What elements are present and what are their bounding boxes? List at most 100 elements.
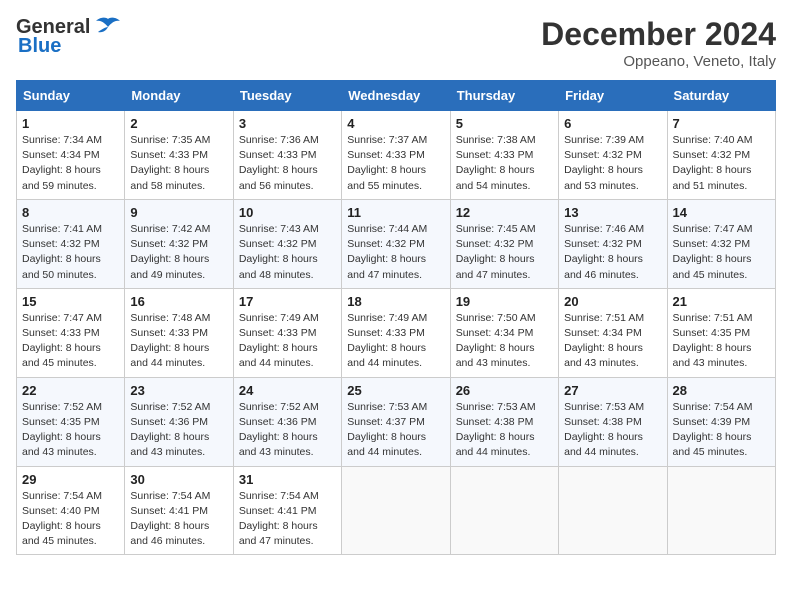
calendar-day-header: Saturday xyxy=(667,81,775,111)
sunrise-label: Sunrise: 7:54 AM xyxy=(130,490,210,502)
sunset-label: Sunset: 4:34 PM xyxy=(22,149,100,161)
day-info: Sunrise: 7:50 AM Sunset: 4:34 PM Dayligh… xyxy=(456,311,553,372)
sunset-label: Sunset: 4:33 PM xyxy=(22,327,100,339)
sunrise-label: Sunrise: 7:44 AM xyxy=(347,223,427,235)
sunset-label: Sunset: 4:38 PM xyxy=(564,416,642,428)
sunrise-label: Sunrise: 7:54 AM xyxy=(673,401,753,413)
daylight-label: Daylight: 8 hours and 44 minutes. xyxy=(130,342,209,369)
day-info: Sunrise: 7:39 AM Sunset: 4:32 PM Dayligh… xyxy=(564,133,661,194)
daylight-label: Daylight: 8 hours and 46 minutes. xyxy=(564,253,643,280)
day-number: 27 xyxy=(564,383,661,398)
daylight-label: Daylight: 8 hours and 51 minutes. xyxy=(673,164,752,191)
daylight-label: Daylight: 8 hours and 49 minutes. xyxy=(130,253,209,280)
day-number: 11 xyxy=(347,205,444,220)
day-info: Sunrise: 7:35 AM Sunset: 4:33 PM Dayligh… xyxy=(130,133,227,194)
day-info: Sunrise: 7:53 AM Sunset: 4:37 PM Dayligh… xyxy=(347,400,444,461)
calendar-day-cell: 23 Sunrise: 7:52 AM Sunset: 4:36 PM Dayl… xyxy=(125,377,233,466)
sunrise-label: Sunrise: 7:53 AM xyxy=(564,401,644,413)
sunrise-label: Sunrise: 7:38 AM xyxy=(456,134,536,146)
calendar-day-cell: 13 Sunrise: 7:46 AM Sunset: 4:32 PM Dayl… xyxy=(559,199,667,288)
calendar-day-cell: 15 Sunrise: 7:47 AM Sunset: 4:33 PM Dayl… xyxy=(17,288,125,377)
calendar-week-row: 29 Sunrise: 7:54 AM Sunset: 4:40 PM Dayl… xyxy=(17,466,776,555)
daylight-label: Daylight: 8 hours and 58 minutes. xyxy=(130,164,209,191)
calendar-day-cell: 3 Sunrise: 7:36 AM Sunset: 4:33 PM Dayli… xyxy=(233,111,341,200)
calendar-day-cell: 21 Sunrise: 7:51 AM Sunset: 4:35 PM Dayl… xyxy=(667,288,775,377)
daylight-label: Daylight: 8 hours and 56 minutes. xyxy=(239,164,318,191)
calendar-day-cell: 8 Sunrise: 7:41 AM Sunset: 4:32 PM Dayli… xyxy=(17,199,125,288)
sunset-label: Sunset: 4:36 PM xyxy=(239,416,317,428)
sunset-label: Sunset: 4:37 PM xyxy=(347,416,425,428)
sunset-label: Sunset: 4:32 PM xyxy=(239,238,317,250)
day-number: 24 xyxy=(239,383,336,398)
sunset-label: Sunset: 4:41 PM xyxy=(130,505,208,517)
day-info: Sunrise: 7:54 AM Sunset: 4:41 PM Dayligh… xyxy=(130,489,227,550)
day-number: 6 xyxy=(564,116,661,131)
calendar-week-row: 22 Sunrise: 7:52 AM Sunset: 4:35 PM Dayl… xyxy=(17,377,776,466)
calendar-week-row: 8 Sunrise: 7:41 AM Sunset: 4:32 PM Dayli… xyxy=(17,199,776,288)
sunset-label: Sunset: 4:32 PM xyxy=(673,149,751,161)
sunset-label: Sunset: 4:32 PM xyxy=(347,238,425,250)
daylight-label: Daylight: 8 hours and 59 minutes. xyxy=(22,164,101,191)
day-info: Sunrise: 7:47 AM Sunset: 4:33 PM Dayligh… xyxy=(22,311,119,372)
day-number: 1 xyxy=(22,116,119,131)
sunrise-label: Sunrise: 7:43 AM xyxy=(239,223,319,235)
sunrise-label: Sunrise: 7:34 AM xyxy=(22,134,102,146)
calendar-day-cell: 27 Sunrise: 7:53 AM Sunset: 4:38 PM Dayl… xyxy=(559,377,667,466)
sunrise-label: Sunrise: 7:53 AM xyxy=(456,401,536,413)
calendar-day-cell xyxy=(450,466,558,555)
sunset-label: Sunset: 4:32 PM xyxy=(673,238,751,250)
day-info: Sunrise: 7:51 AM Sunset: 4:34 PM Dayligh… xyxy=(564,311,661,372)
day-number: 31 xyxy=(239,472,336,487)
day-number: 22 xyxy=(22,383,119,398)
day-info: Sunrise: 7:52 AM Sunset: 4:36 PM Dayligh… xyxy=(239,400,336,461)
calendar-header-row: SundayMondayTuesdayWednesdayThursdayFrid… xyxy=(17,81,776,111)
day-info: Sunrise: 7:36 AM Sunset: 4:33 PM Dayligh… xyxy=(239,133,336,194)
day-info: Sunrise: 7:40 AM Sunset: 4:32 PM Dayligh… xyxy=(673,133,770,194)
day-info: Sunrise: 7:41 AM Sunset: 4:32 PM Dayligh… xyxy=(22,222,119,283)
logo-bird-icon xyxy=(94,17,122,39)
day-number: 26 xyxy=(456,383,553,398)
sunrise-label: Sunrise: 7:52 AM xyxy=(22,401,102,413)
daylight-label: Daylight: 8 hours and 44 minutes. xyxy=(347,431,426,458)
sunrise-label: Sunrise: 7:52 AM xyxy=(239,401,319,413)
sunset-label: Sunset: 4:35 PM xyxy=(22,416,100,428)
sunrise-label: Sunrise: 7:47 AM xyxy=(673,223,753,235)
day-number: 17 xyxy=(239,294,336,309)
daylight-label: Daylight: 8 hours and 46 minutes. xyxy=(130,520,209,547)
day-number: 8 xyxy=(22,205,119,220)
daylight-label: Daylight: 8 hours and 54 minutes. xyxy=(456,164,535,191)
day-info: Sunrise: 7:51 AM Sunset: 4:35 PM Dayligh… xyxy=(673,311,770,372)
daylight-label: Daylight: 8 hours and 44 minutes. xyxy=(239,342,318,369)
sunrise-label: Sunrise: 7:54 AM xyxy=(22,490,102,502)
page-header: General Blue December 2024 Oppeano, Vene… xyxy=(16,16,776,70)
calendar-day-header: Friday xyxy=(559,81,667,111)
day-info: Sunrise: 7:38 AM Sunset: 4:33 PM Dayligh… xyxy=(456,133,553,194)
calendar-day-cell: 31 Sunrise: 7:54 AM Sunset: 4:41 PM Dayl… xyxy=(233,466,341,555)
calendar-day-header: Sunday xyxy=(17,81,125,111)
day-number: 19 xyxy=(456,294,553,309)
sunset-label: Sunset: 4:39 PM xyxy=(673,416,751,428)
sunrise-label: Sunrise: 7:39 AM xyxy=(564,134,644,146)
calendar-table: SundayMondayTuesdayWednesdayThursdayFrid… xyxy=(16,80,776,555)
day-number: 29 xyxy=(22,472,119,487)
calendar-week-row: 1 Sunrise: 7:34 AM Sunset: 4:34 PM Dayli… xyxy=(17,111,776,200)
sunset-label: Sunset: 4:33 PM xyxy=(456,149,534,161)
calendar-day-cell: 25 Sunrise: 7:53 AM Sunset: 4:37 PM Dayl… xyxy=(342,377,450,466)
day-info: Sunrise: 7:45 AM Sunset: 4:32 PM Dayligh… xyxy=(456,222,553,283)
daylight-label: Daylight: 8 hours and 43 minutes. xyxy=(239,431,318,458)
title-area: December 2024 Oppeano, Veneto, Italy xyxy=(541,16,776,70)
calendar-week-row: 15 Sunrise: 7:47 AM Sunset: 4:33 PM Dayl… xyxy=(17,288,776,377)
sunset-label: Sunset: 4:38 PM xyxy=(456,416,534,428)
day-number: 28 xyxy=(673,383,770,398)
day-info: Sunrise: 7:47 AM Sunset: 4:32 PM Dayligh… xyxy=(673,222,770,283)
day-info: Sunrise: 7:52 AM Sunset: 4:36 PM Dayligh… xyxy=(130,400,227,461)
day-info: Sunrise: 7:43 AM Sunset: 4:32 PM Dayligh… xyxy=(239,222,336,283)
calendar-day-cell: 4 Sunrise: 7:37 AM Sunset: 4:33 PM Dayli… xyxy=(342,111,450,200)
day-info: Sunrise: 7:34 AM Sunset: 4:34 PM Dayligh… xyxy=(22,133,119,194)
calendar-day-header: Wednesday xyxy=(342,81,450,111)
day-info: Sunrise: 7:49 AM Sunset: 4:33 PM Dayligh… xyxy=(239,311,336,372)
sunset-label: Sunset: 4:35 PM xyxy=(673,327,751,339)
day-number: 25 xyxy=(347,383,444,398)
day-info: Sunrise: 7:42 AM Sunset: 4:32 PM Dayligh… xyxy=(130,222,227,283)
day-info: Sunrise: 7:53 AM Sunset: 4:38 PM Dayligh… xyxy=(564,400,661,461)
